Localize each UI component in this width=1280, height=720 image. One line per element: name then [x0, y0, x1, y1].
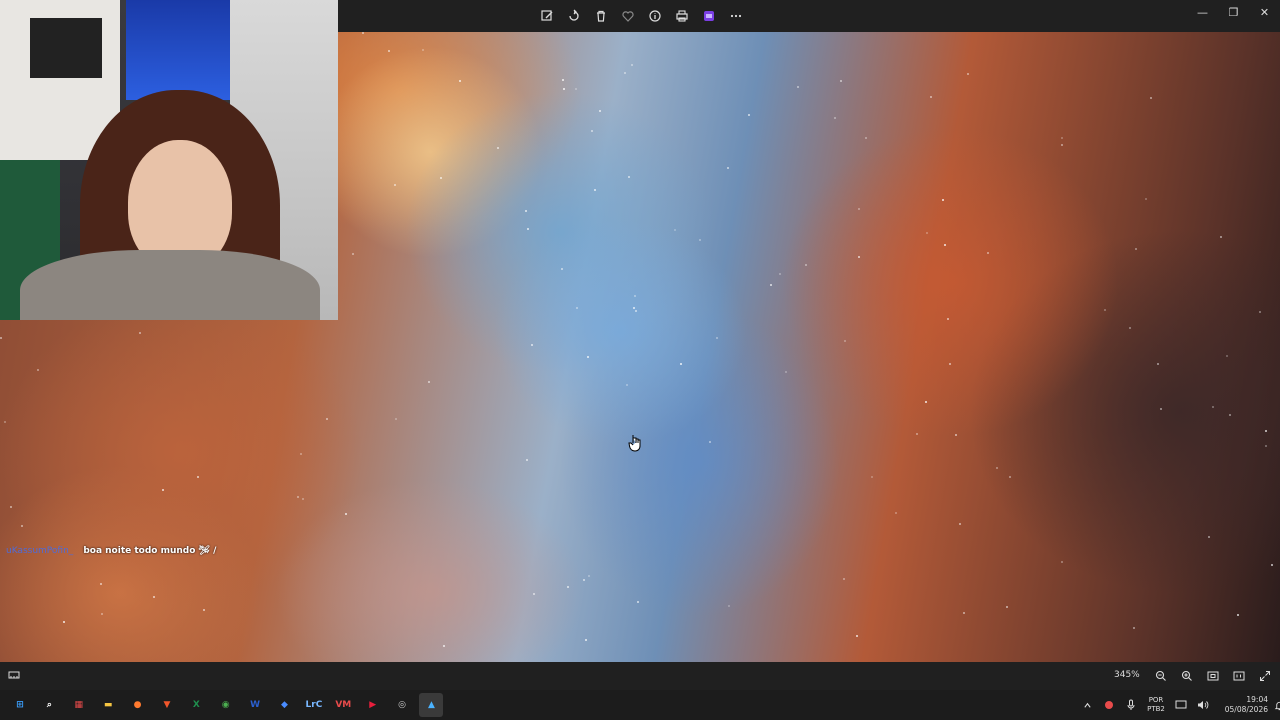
taskbar-app-task-view[interactable]: ▦	[67, 693, 91, 717]
edit-image-button[interactable]	[534, 4, 560, 28]
clock-date: 05/08/2026	[1224, 705, 1268, 714]
zoom-level: 345%	[1114, 670, 1140, 680]
info-icon	[649, 10, 661, 22]
excel-icon: X	[192, 700, 200, 710]
more-options-button[interactable]	[723, 4, 749, 28]
chrome-icon: ◉	[221, 700, 230, 710]
taskbar-app-lrc[interactable]: LrC	[302, 693, 326, 717]
zoom-in-icon	[1181, 670, 1192, 681]
webcam-overlay	[0, 0, 338, 320]
language-code: POR	[1148, 696, 1164, 704]
delete-button[interactable]	[588, 4, 614, 28]
taskbar-app-word[interactable]: W	[243, 693, 267, 717]
led-panel	[126, 0, 230, 100]
lrc-icon: LrC	[305, 700, 323, 710]
taskbar-app-firefox[interactable]: ●	[126, 693, 150, 717]
input-language-button[interactable]: POR PTB2	[1142, 696, 1170, 714]
chevron-up-icon	[1083, 702, 1091, 708]
taskbar-app-voice-meeter[interactable]: VM	[331, 693, 355, 717]
maximize-button[interactable]: ❐	[1218, 0, 1249, 24]
taskbar-app-brave[interactable]: ▼	[155, 693, 179, 717]
volume-button[interactable]	[1192, 696, 1214, 714]
show-hidden-icons-button[interactable]	[1076, 696, 1098, 714]
taskbar-app-search[interactable]: ⌕	[37, 693, 61, 717]
shield-icon	[1105, 701, 1113, 709]
hand-cursor-icon	[628, 434, 642, 456]
app-blue-icon: ◆	[281, 700, 288, 710]
favorite-button[interactable]	[615, 4, 641, 28]
photos-icon: ▲	[428, 700, 435, 710]
system-tray: POR PTB2 19:04 05/08/2026	[1076, 694, 1280, 716]
streamer-body	[20, 250, 320, 320]
speaker-icon	[1198, 701, 1209, 709]
printer-icon	[676, 10, 688, 22]
file-explorer-icon: ▬	[103, 700, 113, 710]
taskbar-app-obs[interactable]: ◎	[390, 693, 414, 717]
actual-size-icon	[1233, 671, 1245, 681]
chat-username: uKassumPofin_	[6, 546, 74, 556]
viewer-toolbar	[534, 4, 750, 28]
fit-to-window-button[interactable]	[1200, 667, 1226, 685]
filmstrip-icon	[8, 671, 20, 679]
network-icon	[1175, 700, 1187, 709]
clipchamp-button[interactable]	[696, 4, 722, 28]
clipchamp-icon	[704, 11, 714, 21]
search-icon: ⌕	[46, 700, 52, 710]
chat-message: boa noite todo mundo 🛩 /	[83, 546, 217, 556]
heart-icon	[622, 11, 634, 22]
rotate-icon	[569, 9, 579, 21]
tray-app-button[interactable]	[1098, 696, 1120, 714]
network-button[interactable]	[1170, 696, 1192, 714]
more-icon	[730, 14, 742, 18]
windows-start-icon: ⊞	[16, 700, 24, 710]
media-player-icon: ▶	[369, 700, 377, 710]
zoom-in-button[interactable]	[1174, 667, 1200, 685]
firefox-icon: ●	[133, 700, 142, 710]
brave-icon: ▼	[163, 700, 171, 710]
trash-icon	[597, 10, 605, 22]
taskbar-app-photos[interactable]: ▲	[419, 693, 444, 717]
task-view-icon: ▦	[74, 700, 84, 710]
microphone-icon	[1127, 699, 1135, 710]
zoom-controls	[1148, 667, 1278, 685]
bell-icon	[1274, 701, 1280, 710]
fit-window-icon	[1207, 671, 1219, 681]
taskbar-app-excel[interactable]: X	[184, 693, 208, 717]
print-button[interactable]	[669, 4, 695, 28]
taskbar: ⊞ ⌕ ▦ ▬ ● ▼ X ◉ W ◆ LrC VM ▶ ◎ ▲ POR PTB2 19:04 05/08/…	[0, 690, 1280, 720]
viewer-bottom-bar: 345%	[0, 662, 1280, 690]
taskbar-app-chrome[interactable]: ◉	[214, 693, 238, 717]
edit-icon	[541, 10, 553, 21]
notifications-button[interactable]	[1268, 700, 1280, 711]
taskbar-app-file-explorer[interactable]: ▬	[96, 693, 120, 717]
taskbar-app-media-player[interactable]: ▶	[361, 693, 385, 717]
voice-meeter-icon: VM	[335, 700, 352, 710]
filmstrip-toggle-button[interactable]	[8, 669, 20, 681]
obs-icon: ◎	[398, 700, 406, 710]
microphone-button[interactable]	[1120, 696, 1142, 714]
actual-size-button[interactable]	[1226, 667, 1252, 685]
clock-time: 19:04	[1246, 695, 1268, 704]
books	[30, 18, 102, 78]
expand-icon	[1260, 671, 1270, 681]
minimize-button[interactable]: —	[1187, 0, 1218, 24]
clock-button[interactable]: 19:04 05/08/2026	[1220, 695, 1268, 715]
close-button[interactable]: ✕	[1249, 0, 1280, 24]
taskbar-app-app-blue[interactable]: ◆	[273, 693, 297, 717]
chat-overlay: uKassumPofin_ boa noite todo mundo 🛩 /	[6, 546, 216, 556]
full-screen-button[interactable]	[1252, 667, 1278, 685]
keyboard-layout: PTB2	[1147, 705, 1165, 713]
taskbar-app-windows-start[interactable]: ⊞	[8, 693, 32, 717]
file-info-button[interactable]	[642, 4, 668, 28]
zoom-out-button[interactable]	[1148, 667, 1174, 685]
word-icon: W	[250, 700, 261, 710]
rotate-button[interactable]	[561, 4, 587, 28]
zoom-out-icon	[1155, 670, 1166, 681]
taskbar-apps: ⊞ ⌕ ▦ ▬ ● ▼ X ◉ W ◆ LrC VM ▶ ◎ ▲	[8, 693, 449, 717]
window-controls: — ❐ ✕	[1187, 0, 1280, 32]
